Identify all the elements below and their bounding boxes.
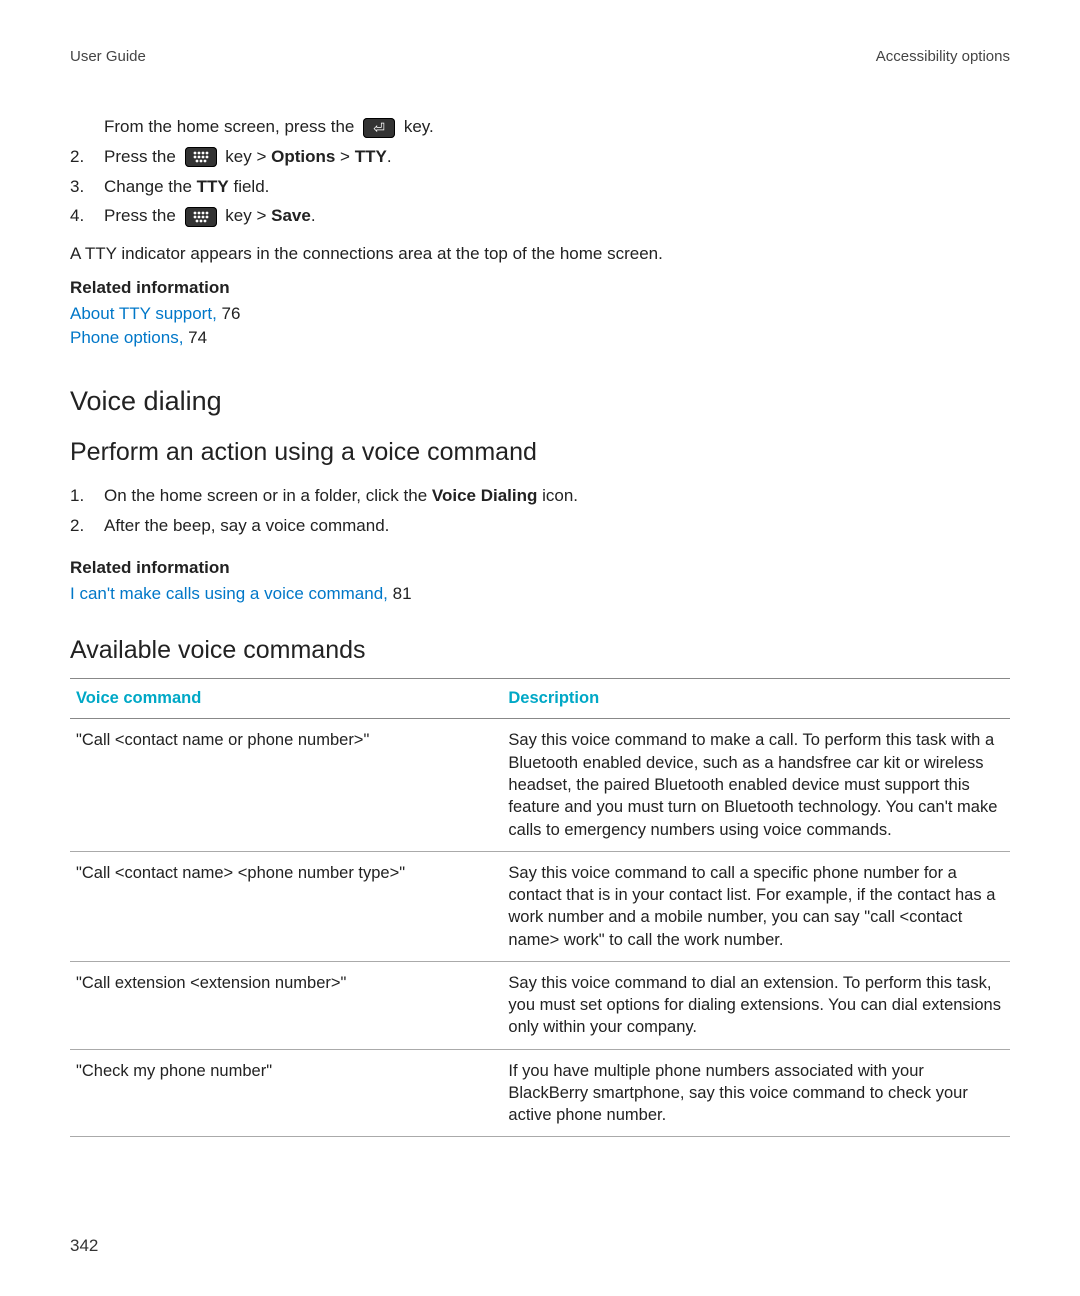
step-3: 3. Change the TTY field. xyxy=(104,175,1010,199)
cell-description: If you have multiple phone numbers assoc… xyxy=(502,1049,1010,1137)
table-row: "Call <contact name or phone number>" Sa… xyxy=(70,719,1010,851)
link-about-tty-support[interactable]: About TTY support, xyxy=(70,304,217,323)
table-header-description: Description xyxy=(502,679,1010,719)
related-link-row: Phone options, 74 xyxy=(70,326,1010,350)
table-row: "Check my phone number" If you have mult… xyxy=(70,1049,1010,1137)
cell-description: Say this voice command to make a call. T… xyxy=(502,719,1010,851)
link-cant-make-voice-calls[interactable]: I can't make calls using a voice command… xyxy=(70,584,388,603)
heading-available-voice-commands: Available voice commands xyxy=(70,633,1010,668)
menu-key-icon xyxy=(185,207,217,227)
related-link-row: I can't make calls using a voice command… xyxy=(70,582,1010,606)
step-4: 4. Press the key > Save. xyxy=(104,204,1010,228)
table-row: "Call <contact name> <phone number type>… xyxy=(70,851,1010,961)
perform-step-2: 2. After the beep, say a voice command. xyxy=(104,514,1010,538)
heading-voice-dialing: Voice dialing xyxy=(70,383,1010,421)
tty-note: A TTY indicator appears in the connectio… xyxy=(70,242,1010,266)
heading-perform-action: Perform an action using a voice command xyxy=(70,435,1010,470)
cell-command: "Call <contact name> <phone number type>… xyxy=(70,851,502,961)
voice-commands-table: Voice command Description "Call <contact… xyxy=(70,678,1010,1137)
page-header: User Guide Accessibility options xyxy=(70,48,1010,65)
cell-command: "Call extension <extension number>" xyxy=(70,961,502,1049)
related-info-title: Related information xyxy=(70,276,1010,300)
call-key-icon: ⏎ xyxy=(363,118,395,138)
menu-key-icon xyxy=(185,147,217,167)
table-header-voice-command: Voice command xyxy=(70,679,502,719)
step-pre: From the home screen, press the ⏎ key. xyxy=(104,115,1010,139)
related-info-title: Related information xyxy=(70,556,1010,580)
cell-command: "Call <contact name or phone number>" xyxy=(70,719,502,851)
header-left: User Guide xyxy=(70,48,146,65)
table-row: "Call extension <extension number>" Say … xyxy=(70,961,1010,1049)
step-2: 2. Press the key > Options > TTY. xyxy=(104,145,1010,169)
page-number: 342 xyxy=(70,1236,98,1256)
cell-description: Say this voice command to call a specifi… xyxy=(502,851,1010,961)
header-right: Accessibility options xyxy=(876,48,1010,65)
link-phone-options[interactable]: Phone options, xyxy=(70,328,183,347)
related-link-row: About TTY support, 76 xyxy=(70,302,1010,326)
cell-command: "Check my phone number" xyxy=(70,1049,502,1137)
cell-description: Say this voice command to dial an extens… xyxy=(502,961,1010,1049)
perform-step-1: 1. On the home screen or in a folder, cl… xyxy=(104,484,1010,508)
